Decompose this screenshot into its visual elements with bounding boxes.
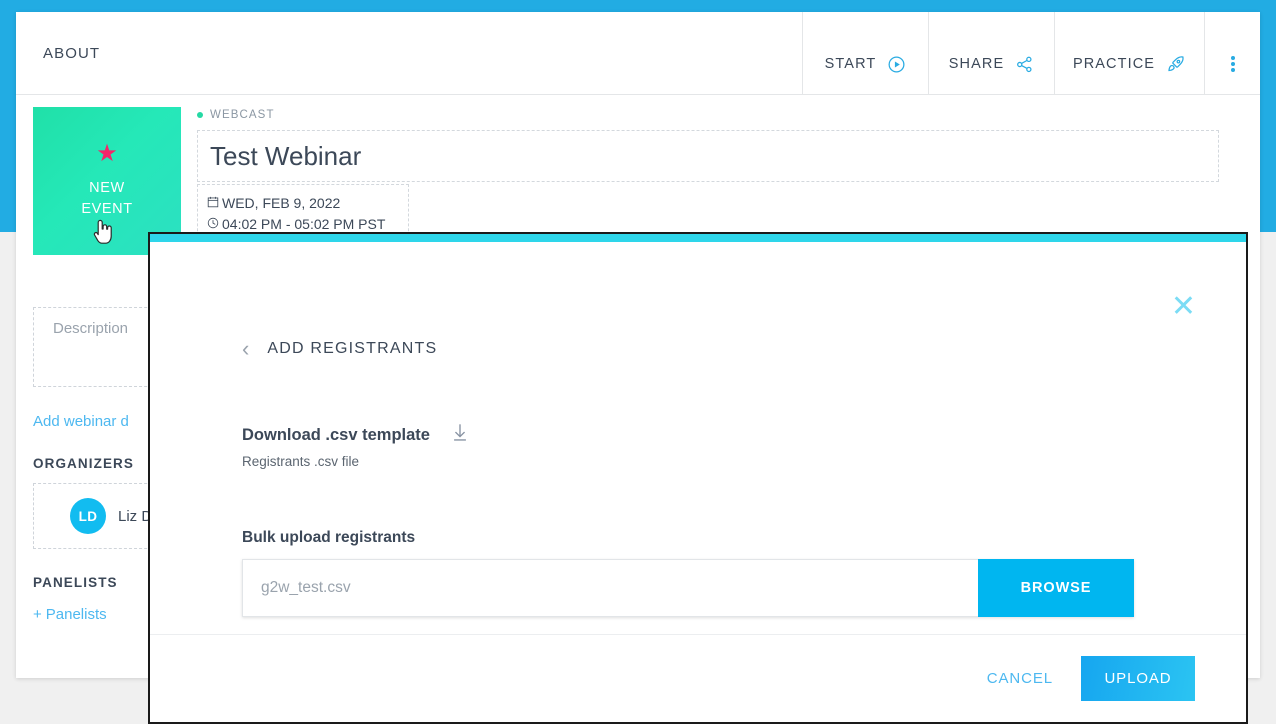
play-circle-icon xyxy=(887,55,906,74)
event-title-field[interactable]: Test Webinar xyxy=(197,130,1219,182)
bulk-upload-row: g2w_test.csv BROWSE xyxy=(242,559,1134,617)
new-event-line1: NEW xyxy=(89,180,125,196)
download-template-subtitle: Registrants .csv file xyxy=(242,454,360,469)
event-type-label: WEBCAST xyxy=(210,109,275,121)
download-icon[interactable] xyxy=(450,422,470,448)
modal-accent-bar xyxy=(150,234,1246,242)
download-template-row[interactable]: Download .csv template xyxy=(242,422,1246,448)
event-type-row: WEBCAST xyxy=(197,109,1232,121)
file-name-placeholder: g2w_test.csv xyxy=(261,579,351,596)
calendar-icon xyxy=(207,193,219,214)
app-root: ABOUT START SHARE PRACTICE ★ NEW EVENT D… xyxy=(0,0,1276,724)
modal-header: ‹ ADD REGISTRANTS xyxy=(150,242,1246,360)
rocket-icon xyxy=(1166,54,1186,74)
modal-body: Download .csv template Registrants .csv … xyxy=(150,422,1246,617)
chevron-left-icon[interactable]: ‹ xyxy=(242,338,249,360)
status-dot-icon xyxy=(197,112,203,118)
start-button-label: START xyxy=(824,56,877,72)
add-panelists-label: Panelists xyxy=(45,606,107,623)
app-header: ABOUT START SHARE PRACTICE xyxy=(16,12,1260,95)
practice-button-label: PRACTICE xyxy=(1072,56,1156,72)
event-title: Test Webinar xyxy=(210,140,362,171)
modal-footer: CANCEL UPLOAD xyxy=(150,634,1246,722)
plus-icon: + xyxy=(33,606,42,623)
new-event-line2: EVENT xyxy=(81,201,133,217)
practice-button[interactable]: PRACTICE xyxy=(1054,12,1204,94)
share-button[interactable]: SHARE xyxy=(928,12,1054,94)
new-event-tile-label: NEW EVENT xyxy=(81,178,132,220)
browse-button[interactable]: BROWSE xyxy=(978,559,1134,617)
share-nodes-icon xyxy=(1015,55,1034,74)
file-name-input[interactable]: g2w_test.csv xyxy=(242,559,978,617)
header-left: ABOUT xyxy=(16,12,802,94)
upload-button[interactable]: UPLOAD xyxy=(1081,656,1195,701)
add-registrants-modal: ✕ ‹ ADD REGISTRANTS Download .csv templa… xyxy=(148,232,1248,724)
share-button-label: SHARE xyxy=(948,56,1005,72)
modal-title: ADD REGISTRANTS xyxy=(267,340,438,357)
bulk-upload-label: Bulk upload registrants xyxy=(242,529,416,546)
event-date-row: WED, FEB 9, 2022 xyxy=(207,193,398,214)
star-icon: ★ xyxy=(96,140,118,167)
tab-about[interactable]: ABOUT xyxy=(43,45,100,62)
overflow-menu-button[interactable] xyxy=(1204,12,1260,94)
kebab-menu-icon xyxy=(1230,54,1235,74)
download-template-label: Download .csv template xyxy=(242,425,430,444)
start-button[interactable]: START xyxy=(802,12,928,94)
event-date: WED, FEB 9, 2022 xyxy=(222,195,341,211)
close-icon[interactable]: ✕ xyxy=(1171,292,1196,322)
avatar: LD xyxy=(70,498,106,534)
description-placeholder: Description xyxy=(53,320,129,337)
cancel-button[interactable]: CANCEL xyxy=(987,670,1053,687)
